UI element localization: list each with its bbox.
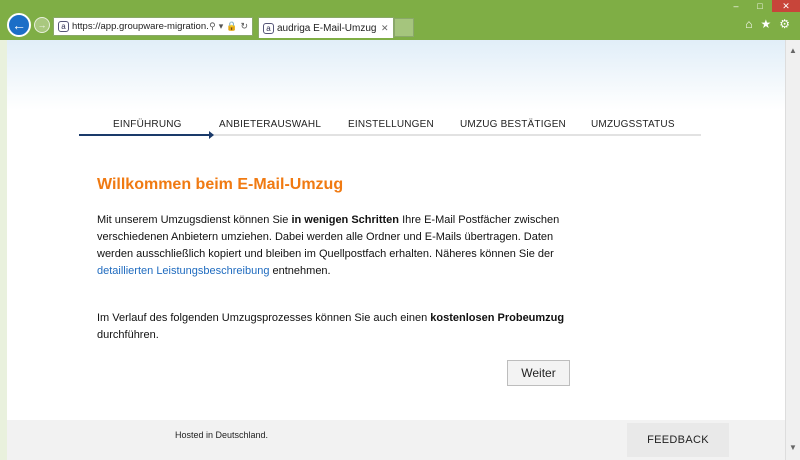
- site-icon: a: [58, 21, 69, 32]
- intro-bold-text: in wenigen Schritten: [291, 214, 400, 226]
- browser-tools: ⌂ ★ ⚙: [745, 17, 790, 31]
- trial-paragraph: Im Verlauf des folgenden Umzugsprozesses…: [97, 310, 577, 344]
- close-window-icon[interactable]: ✕: [772, 0, 800, 12]
- intro-text-3: entnehmen.: [269, 265, 331, 277]
- intro-paragraph: Mit unserem Umzugsdienst können Sie in w…: [97, 212, 577, 280]
- intro-text-1: Mit unserem Umzugsdienst können Sie: [97, 214, 292, 226]
- tab-site-icon: a: [263, 22, 274, 34]
- step-einstellungen[interactable]: EINSTELLUNGEN: [348, 119, 434, 130]
- vertical-scrollbar[interactable]: ▲ ▼: [785, 40, 800, 460]
- address-bar-icons: ⚲ ▾ 🔒 ↻: [209, 21, 248, 32]
- search-icon[interactable]: ⚲: [209, 21, 216, 32]
- new-tab-button[interactable]: [394, 18, 414, 37]
- refresh-icon[interactable]: ↻: [240, 21, 248, 32]
- next-button[interactable]: Weiter: [507, 360, 570, 386]
- page-title: Willkommen beim E-Mail-Umzug: [97, 176, 344, 193]
- browser-chrome: – □ ✕ ← → a https://app.groupware-migrat…: [0, 0, 800, 40]
- step-umzugsstatus[interactable]: UMZUGSSTATUS: [591, 119, 675, 130]
- scroll-up-icon[interactable]: ▲: [789, 46, 797, 55]
- address-bar[interactable]: a https://app.groupware-migration.com ⚲ …: [53, 17, 253, 36]
- service-description-link[interactable]: detaillierten Leistungsbeschreibung: [97, 265, 269, 277]
- lock-icon[interactable]: 🔒: [226, 21, 237, 32]
- scroll-down-icon[interactable]: ▼: [789, 443, 797, 452]
- header-background: [7, 40, 785, 110]
- trial-text-1: Im Verlauf des folgenden Umzugsprozesses…: [97, 312, 431, 324]
- window-controls: – □ ✕: [724, 0, 800, 12]
- feedback-button[interactable]: FEEDBACK: [627, 423, 729, 457]
- url-text[interactable]: https://app.groupware-migration.com: [72, 21, 209, 32]
- forward-button[interactable]: →: [34, 17, 50, 33]
- active-step-indicator: [79, 134, 211, 136]
- tab-title: audriga E-Mail-Umzug: [277, 22, 377, 34]
- trial-bold-text: kostenlosen Probeumzug: [430, 312, 565, 324]
- trial-text-2: durchführen.: [97, 329, 159, 341]
- page-content: EINFÜHRUNG ANBIETERAUSWAHL EINSTELLUNGEN…: [7, 40, 785, 420]
- dropdown-icon[interactable]: ▾: [219, 21, 224, 32]
- browser-tab[interactable]: a audriga E-Mail-Umzug ✕: [258, 17, 394, 38]
- step-umzug-bestaetigen[interactable]: UMZUG BESTÄTIGEN: [460, 119, 566, 130]
- arrow-left-icon: ←: [12, 17, 26, 33]
- arrow-right-icon: →: [37, 20, 47, 30]
- close-tab-icon[interactable]: ✕: [381, 23, 393, 34]
- settings-gear-icon[interactable]: ⚙: [779, 17, 790, 31]
- hosted-note: Hosted in Deutschland.: [175, 430, 269, 440]
- step-anbieterauswahl[interactable]: ANBIETERAUSWAHL: [219, 119, 321, 130]
- maximize-icon[interactable]: □: [748, 0, 772, 12]
- page-footer: Hosted in Deutschland. FEEDBACK: [7, 420, 785, 460]
- minimize-icon[interactable]: –: [724, 0, 748, 12]
- progress-steps: EINFÜHRUNG ANBIETERAUSWAHL EINSTELLUNGEN…: [79, 114, 701, 139]
- favorites-star-icon[interactable]: ★: [760, 17, 771, 31]
- back-button[interactable]: ←: [7, 13, 31, 37]
- home-icon[interactable]: ⌂: [745, 17, 752, 31]
- step-einfuehrung[interactable]: EINFÜHRUNG: [113, 119, 182, 130]
- active-step-arrow-icon: [209, 131, 214, 139]
